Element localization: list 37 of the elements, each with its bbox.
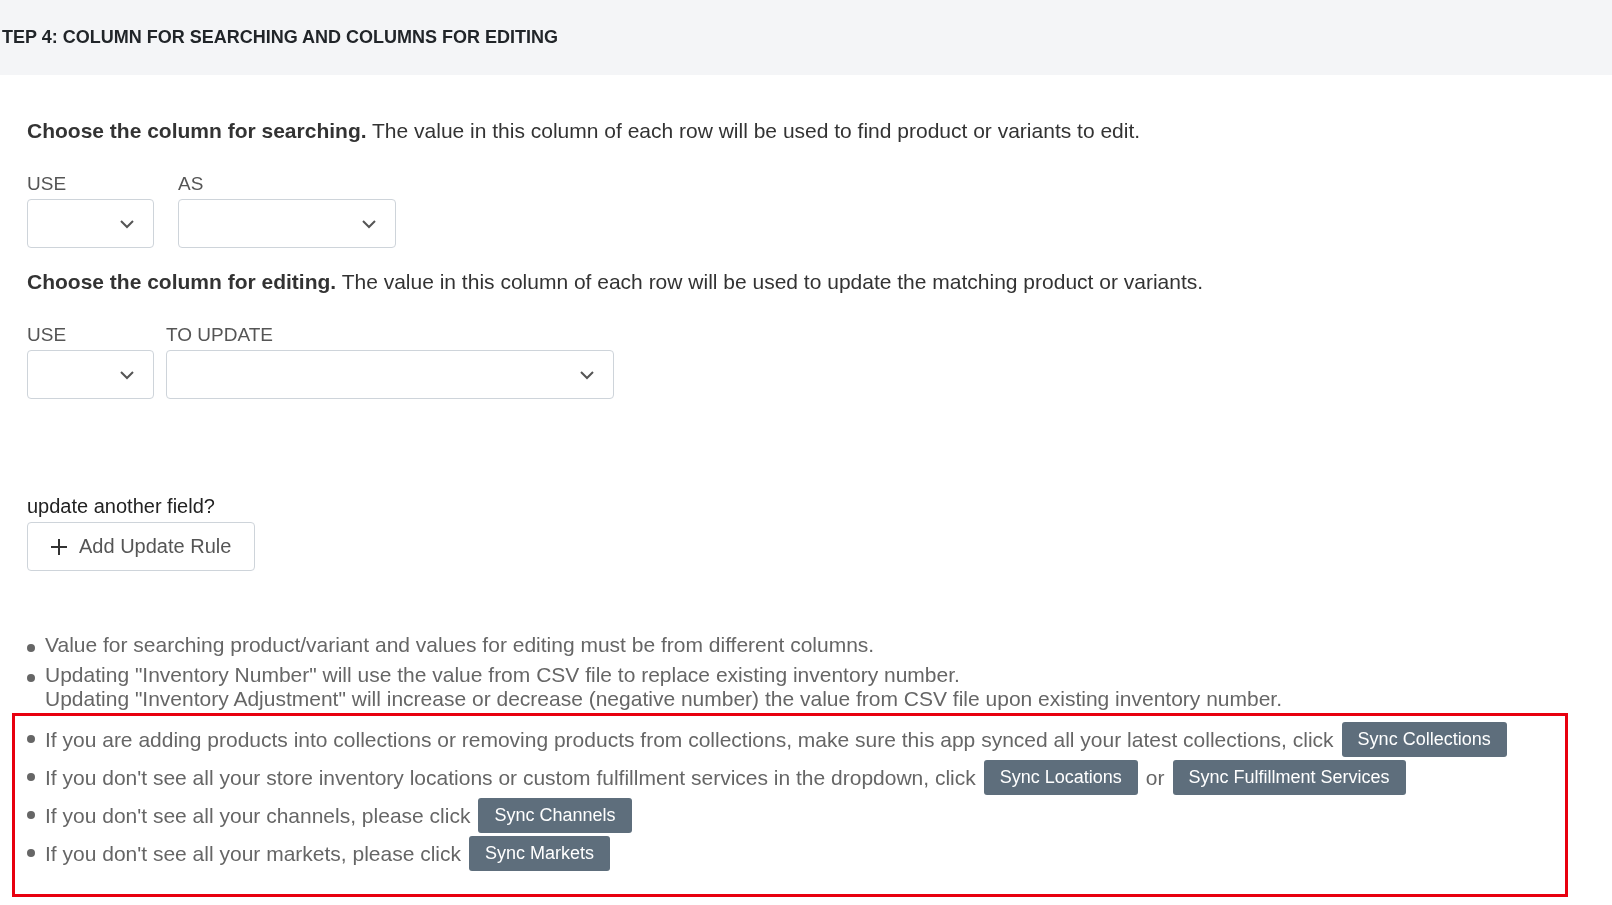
dropdown-select[interactable] <box>27 199 154 248</box>
section-intro: Choose the column for editing. The value in this column of each row will be used to update the matching product or variants. <box>27 270 1205 294</box>
section-intro: Choose the column for searching. The value in this column of each row will be used to find product or variants to edit. <box>27 119 1142 143</box>
field-label: AS <box>178 173 205 195</box>
note-text: Updating "Inventory Adjustment" will increase or decrease (negative number) the value from CSV file upon existing inventory number. <box>45 687 1283 711</box>
bullet-icon <box>27 644 35 652</box>
note-text: Updating "Inventory Number" will use the value from CSV file to replace existing inventory number. <box>45 663 960 687</box>
note-text: If you don't see all your store inventory locations or custom fulfillment services in the dropdown, click <box>45 765 976 790</box>
sync-button[interactable]: Sync Collections <box>1341 722 1507 757</box>
bullet-icon <box>27 811 35 819</box>
field-label: USE <box>27 324 68 346</box>
dropdown-select[interactable] <box>166 350 614 399</box>
dropdown-select[interactable] <box>178 199 396 248</box>
plus-icon <box>51 538 67 555</box>
chevron-down-icon <box>579 369 595 380</box>
chevron-down-icon <box>361 218 377 229</box>
chevron-down-icon <box>119 369 135 380</box>
note-text: or <box>1145 765 1165 790</box>
note-text: If you are adding products into collections or removing products from collections, make sure this app synced all your latest collections, click <box>45 727 1334 752</box>
sync-button[interactable]: Sync Markets <box>469 836 611 871</box>
note-text: Value for searching product/variant and values for editing must be from different columns. <box>45 633 875 657</box>
sync-button[interactable]: Sync Locations <box>983 760 1138 795</box>
add-rule-prompt: update another field? <box>27 495 216 518</box>
bullet-icon <box>27 735 35 743</box>
add-update-rule-button[interactable]: Add Update Rule <box>27 522 256 571</box>
note-text: If you don't see all your markets, please click <box>45 841 462 866</box>
sync-button[interactable]: Sync Fulfillment Services <box>1172 760 1406 795</box>
field-label: TO UPDATE <box>166 324 274 346</box>
field-label: USE <box>27 173 68 195</box>
bullet-icon <box>27 674 35 682</box>
bullet-icon <box>27 773 35 781</box>
bullet-icon <box>27 849 35 857</box>
step-title: TEP 4: COLUMN FOR SEARCHING AND COLUMNS FOR EDITING <box>1 27 558 48</box>
note-text: If you don't see all your channels, please click <box>45 803 471 828</box>
chevron-down-icon <box>119 218 135 229</box>
sync-button[interactable]: Sync Channels <box>478 798 632 833</box>
dropdown-select[interactable] <box>27 350 154 399</box>
